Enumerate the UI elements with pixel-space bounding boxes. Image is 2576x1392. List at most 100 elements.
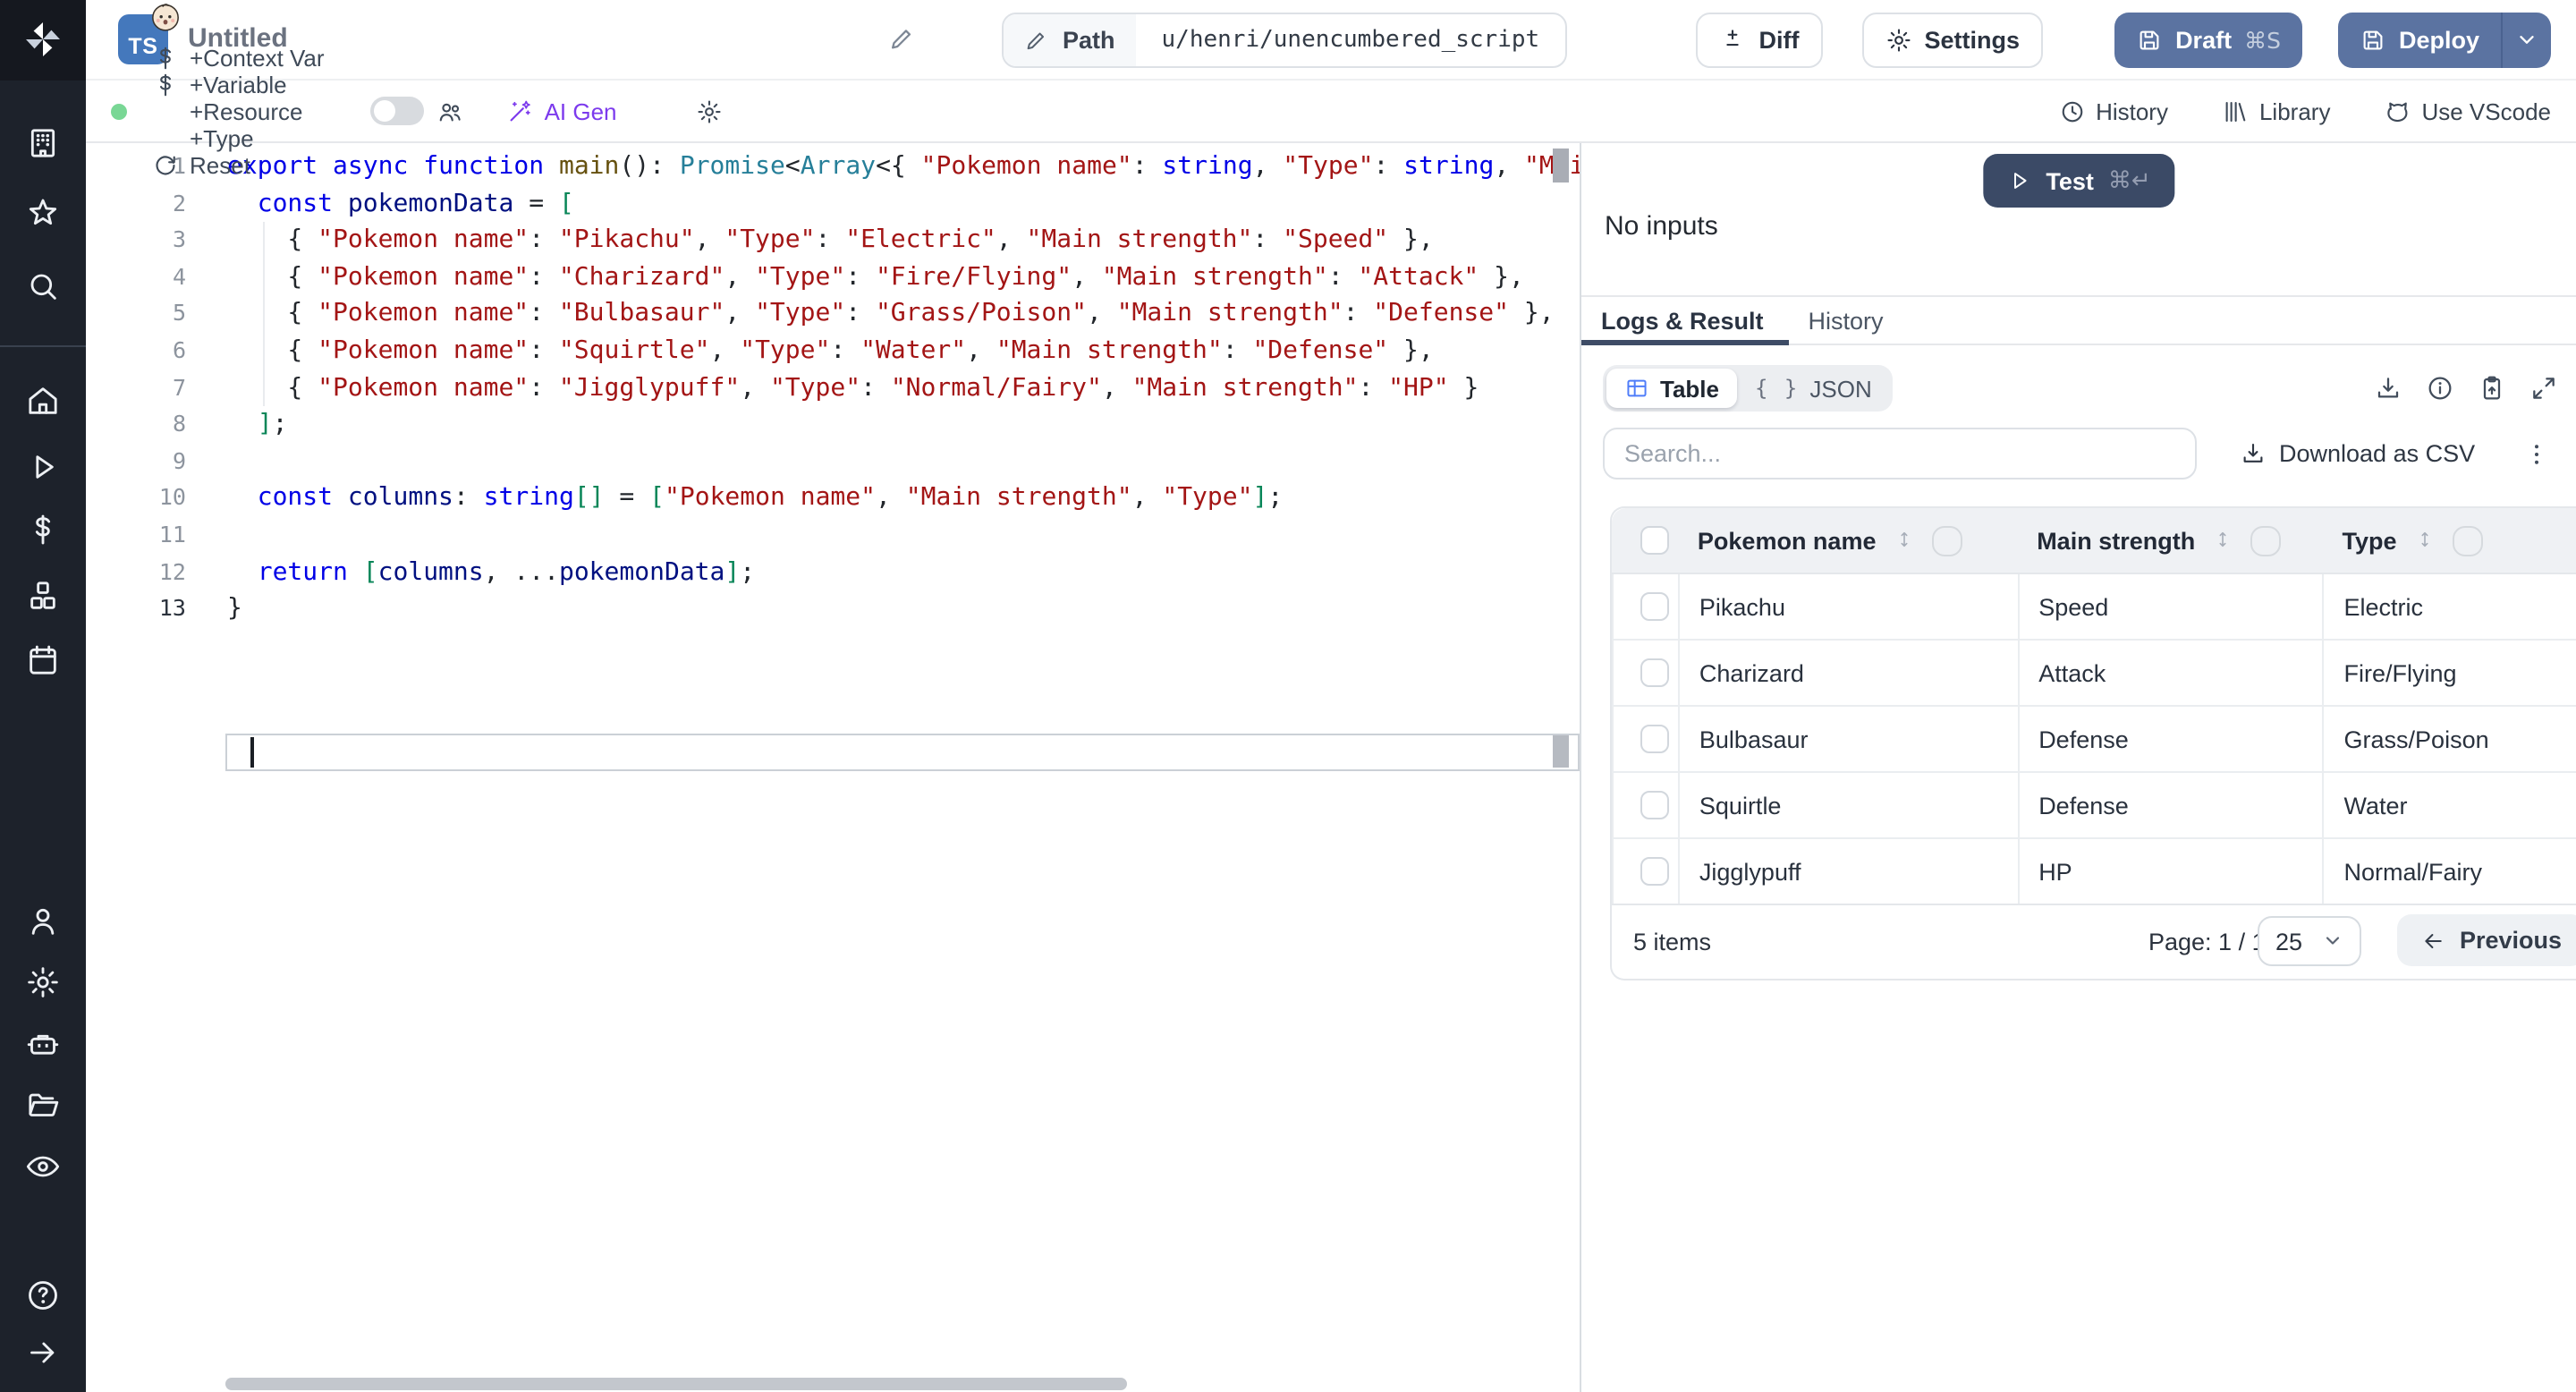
more-options-icon[interactable] <box>2521 439 2550 468</box>
previous-page-button[interactable]: Previous <box>2397 914 2576 966</box>
table-cell: Attack <box>2017 641 2322 705</box>
table-header: Pokemon name Main strength Type <box>1612 508 2576 574</box>
info-icon[interactable] <box>2426 374 2454 403</box>
table-cell: Charizard <box>1677 641 2017 705</box>
path-value[interactable]: u/henri/unencumbered_script <box>1137 14 1565 66</box>
horizontal-scrollbar[interactable] <box>225 1378 1127 1390</box>
header-actions: Diff Settings Draft ⌘S Deploy <box>1696 13 2551 68</box>
row-checkbox[interactable] <box>1640 592 1670 621</box>
settings-button[interactable]: Settings <box>1861 13 2044 68</box>
view-option-table[interactable]: Table <box>1606 369 1737 408</box>
toolbar-item-resource[interactable]: +Resource <box>152 98 325 124</box>
row-checkbox[interactable] <box>1640 725 1670 753</box>
download-icon <box>2240 440 2267 467</box>
toolbar-right: History Library Use VScode <box>2004 98 2551 124</box>
sidebar-item-star[interactable] <box>25 195 61 231</box>
sort-icon[interactable] <box>1892 527 1915 554</box>
sidebar-item-building[interactable] <box>25 125 61 161</box>
draft-button[interactable]: Draft ⌘S <box>2114 13 2302 68</box>
table-cell: Normal/Fairy <box>2322 839 2576 904</box>
row-checkbox[interactable] <box>1640 791 1670 819</box>
sidebar-item-user[interactable] <box>25 904 61 939</box>
gear-icon <box>1885 27 1912 54</box>
wand-icon <box>507 98 534 124</box>
row-checkbox[interactable] <box>1640 658 1670 687</box>
table-cell: Squirtle <box>1677 773 2017 837</box>
sidebar-item-robot[interactable] <box>25 1027 61 1063</box>
collab-toggle[interactable] <box>370 97 425 125</box>
overview-ruler-cursor <box>1553 735 1569 768</box>
table-row[interactable]: Charizard Attack Fire/Flying <box>1612 641 2576 707</box>
sidebar-item-calendar[interactable] <box>25 642 61 678</box>
table-row[interactable]: Bulbasaur Defense Grass/Poison <box>1612 707 2576 773</box>
row-checkbox-cell <box>1612 574 1678 639</box>
sidebar-item-cubes[interactable] <box>25 578 61 614</box>
code-editor[interactable]: 1 2 3 4 5 6 7 8 9 10 11 12 13 export async function … <box>86 143 1580 1392</box>
save-icon <box>2360 27 2386 54</box>
windmill-logo-icon[interactable] <box>21 18 64 61</box>
toolbar-item-library[interactable]: Library <box>2222 98 2330 124</box>
vertical-scrollbar-thumb[interactable] <box>1553 149 1569 182</box>
code-line: { "Pokemon name": "Squirtle", "Type": "W… <box>227 335 1434 365</box>
line-number: 12 <box>158 557 186 585</box>
column-toggle[interactable] <box>2452 525 2483 556</box>
column-header-pokemon-name: Pokemon name <box>1678 508 2017 573</box>
sidebar-item-dollar[interactable] <box>25 512 61 547</box>
toolbar-item-history[interactable]: History <box>2058 98 2168 124</box>
result-table: Pokemon name Main strength Type Pikachu Spe… <box>1610 506 2576 980</box>
table-cell: Jigglypuff <box>1677 839 2017 904</box>
test-button[interactable]: Test ⌘↵ <box>1983 154 2174 208</box>
toolbar-item-reset[interactable]: Reset <box>152 151 325 178</box>
editor-settings-button[interactable] <box>696 98 723 124</box>
row-checkbox[interactable] <box>1640 857 1670 886</box>
sidebar-item-home[interactable] <box>25 383 61 419</box>
select-all-checkbox[interactable] <box>1640 526 1669 555</box>
sort-icon[interactable] <box>2413 527 2436 554</box>
code-line: export async function main(): Promise<Ar… <box>227 152 1580 181</box>
column-toggle[interactable] <box>2250 525 2282 556</box>
download-icon[interactable] <box>2374 374 2402 403</box>
deploy-menu-button[interactable] <box>2501 13 2551 68</box>
code-lines: export async function main(): Promise<Ar… <box>227 149 1580 627</box>
package-icon <box>152 98 179 124</box>
diff-button[interactable]: Diff <box>1696 13 1823 68</box>
search-input[interactable] <box>1603 428 2197 480</box>
table-row[interactable]: Pikachu Speed Electric <box>1612 574 2576 641</box>
toolbar-item-variable[interactable]: +Variable <box>152 71 325 98</box>
table-row[interactable]: Squirtle Defense Water <box>1612 773 2576 839</box>
sidebar-item-help[interactable] <box>25 1277 61 1313</box>
download-csv-button[interactable]: Download as CSV <box>2240 440 2475 467</box>
toolbar-item-context-var[interactable]: +Context Var <box>152 44 325 71</box>
expand-icon[interactable] <box>2529 374 2558 403</box>
view-option-json[interactable]: { } JSON <box>1737 369 1890 408</box>
code-line: ]; <box>257 410 288 439</box>
sort-icon[interactable] <box>2211 527 2234 554</box>
page-size-select[interactable]: 25 <box>2258 916 2361 966</box>
row-checkbox-cell <box>1612 773 1678 837</box>
tab-logs-and-result[interactable]: Logs & Result <box>1581 297 1789 345</box>
sidebar-item-gear[interactable] <box>25 964 61 1000</box>
sidebar-item-search[interactable] <box>25 268 61 304</box>
sidebar-item-folder[interactable] <box>25 1086 61 1122</box>
ai-gen-button[interactable]: AI Gen <box>507 98 617 124</box>
multiplayer-users-icon[interactable] <box>437 98 464 124</box>
sidebar-item-eye[interactable] <box>25 1149 61 1184</box>
column-toggle[interactable] <box>1931 525 1962 556</box>
toolbar-item-use-vscode[interactable]: Use VScode <box>2384 98 2551 124</box>
deploy-button[interactable]: Deploy <box>2337 13 2501 68</box>
tab-history[interactable]: History <box>1789 297 1909 344</box>
copy-to-clipboard-icon[interactable] <box>2478 374 2506 403</box>
path-field[interactable]: Path u/henri/unencumbered_script <box>1002 13 1567 68</box>
toolbar-item-type[interactable]: +Type <box>152 124 325 151</box>
table-search-row: Download as CSV <box>1603 428 2576 480</box>
table-cell: Water <box>2322 773 2576 837</box>
table-row[interactable]: Jigglypuff HP Normal/Fairy <box>1612 839 2576 905</box>
gear-icon <box>696 98 723 124</box>
sidebar-item-arrow-right[interactable] <box>25 1335 61 1371</box>
draft-shortcut: ⌘S <box>2244 27 2281 54</box>
sidebar-item-play[interactable] <box>25 449 61 485</box>
test-shortcut: ⌘↵ <box>2107 167 2151 194</box>
result-actions <box>2374 374 2558 403</box>
edit-title-pencil-icon[interactable] <box>889 25 918 54</box>
